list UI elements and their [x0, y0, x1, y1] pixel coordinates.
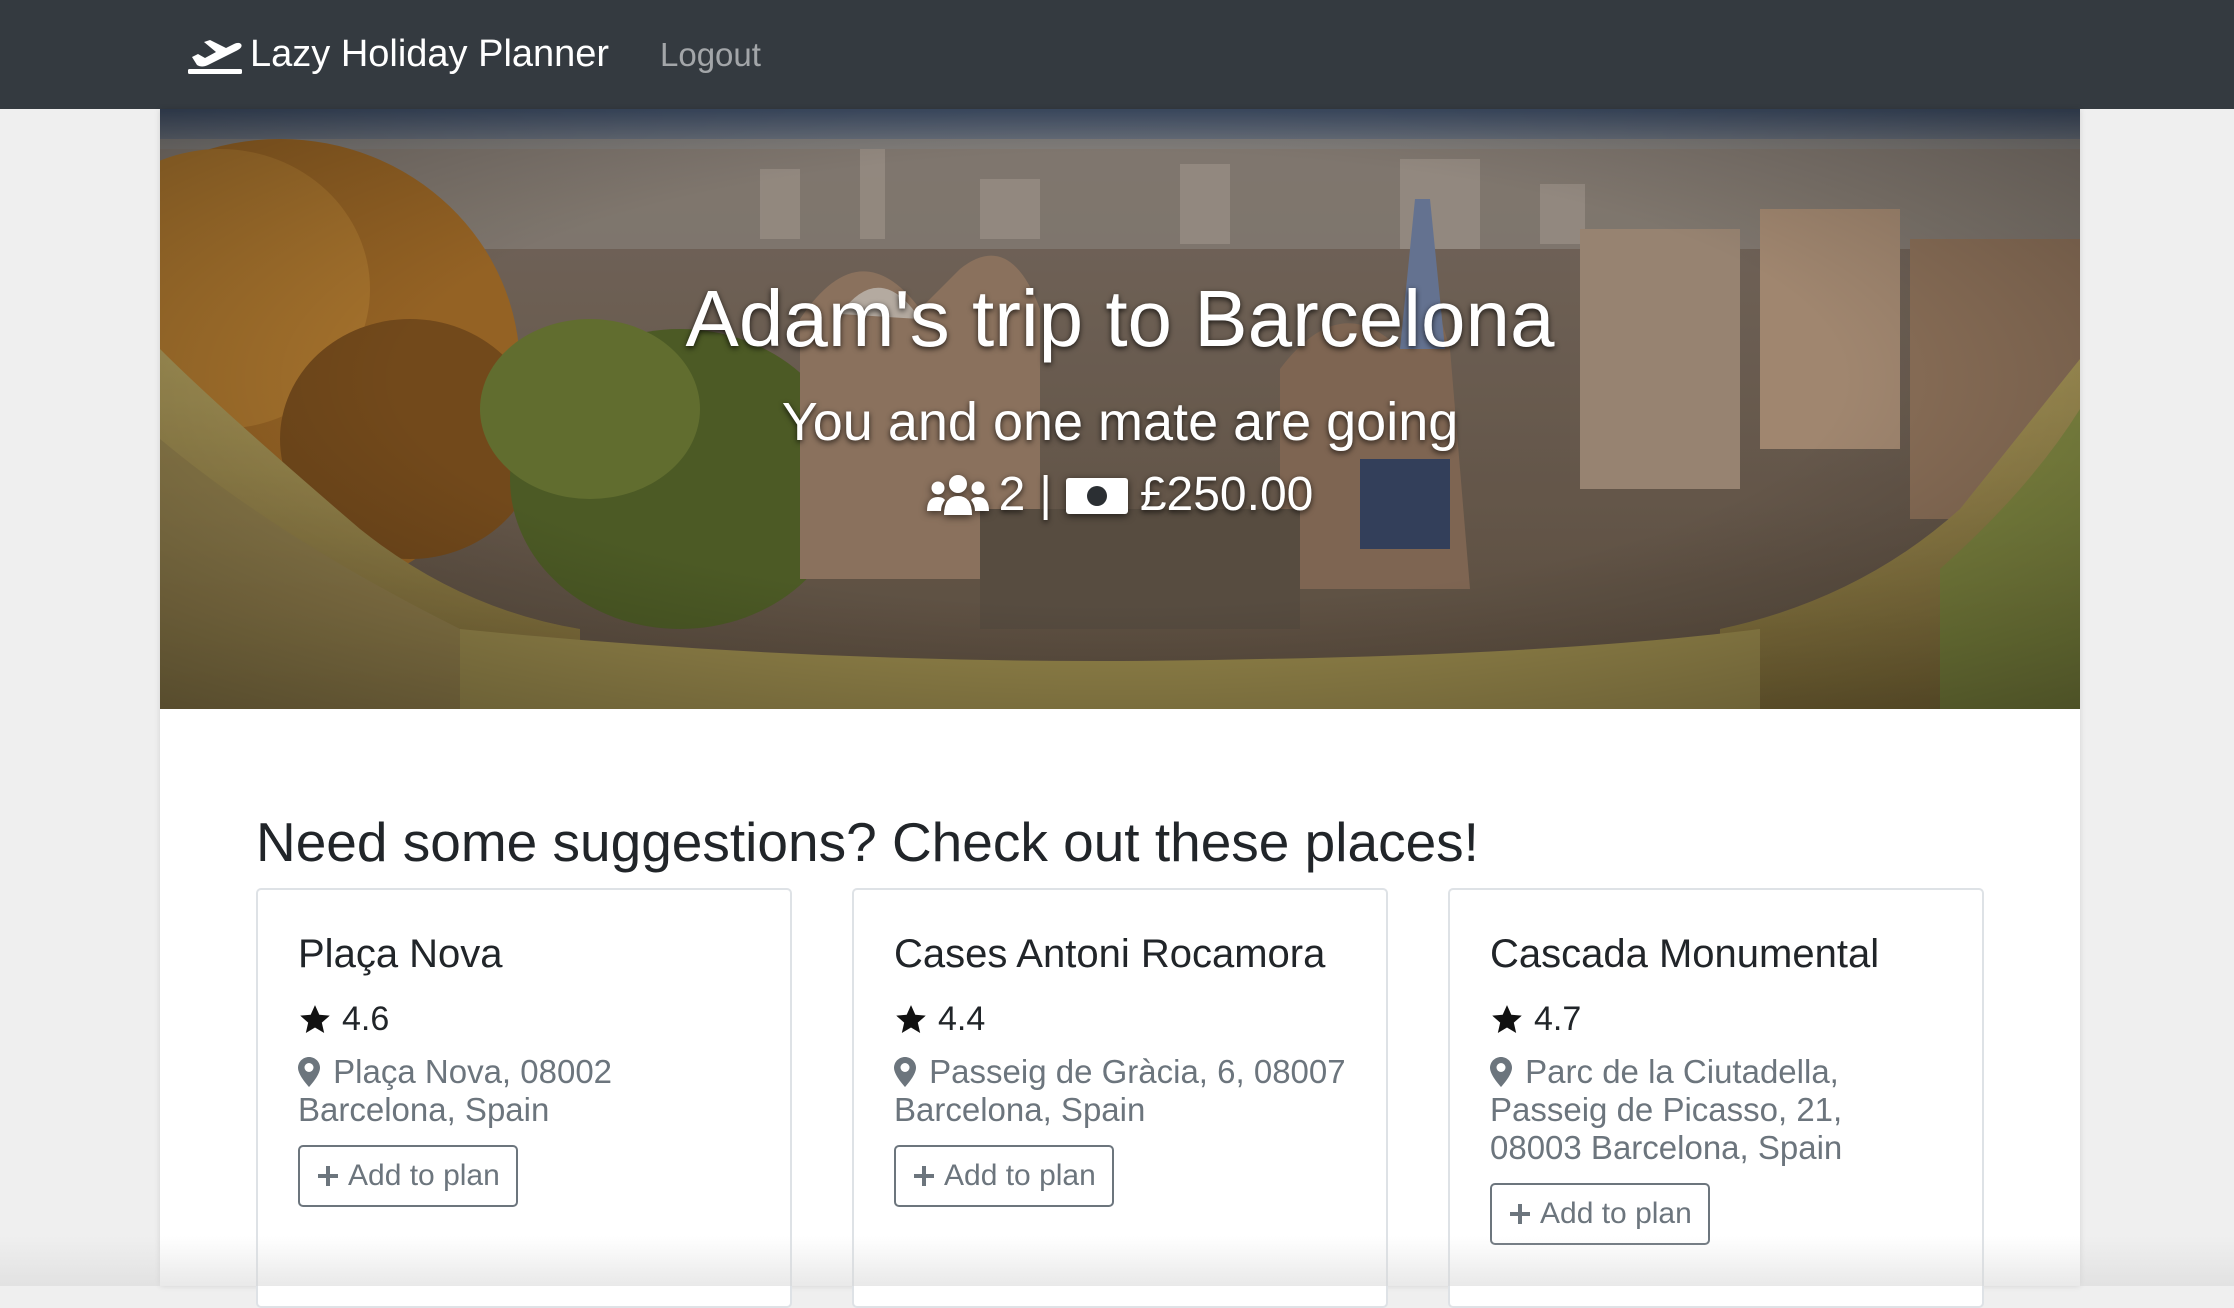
stats-separator: |: [1039, 468, 1052, 521]
rating-value: 4.6: [342, 1000, 390, 1038]
logout-link[interactable]: Logout: [660, 0, 761, 109]
plane-departure-icon: [188, 35, 242, 75]
place-card: Cascada Monumental 4.7 Parc de la Ciutad…: [1448, 888, 1984, 1308]
place-name: Cases Antoni Rocamora: [894, 932, 1326, 976]
place-rating: 4.6: [298, 1000, 750, 1039]
add-to-plan-button[interactable]: Add to plan: [894, 1145, 1114, 1207]
budget-amount: £250.00: [1139, 468, 1314, 521]
trip-title: Adam's trip to Barcelona: [685, 274, 1555, 363]
map-marker-icon: [1490, 1057, 1512, 1087]
place-address: Plaça Nova, 08002 Barcelona, Spain: [298, 1053, 750, 1129]
add-to-plan-button[interactable]: Add to plan: [1490, 1183, 1710, 1245]
star-icon: [300, 1004, 330, 1033]
place-address: Parc de la Ciutadella, Passeig de Picass…: [1490, 1053, 1942, 1167]
suggestion-cards: Plaça Nova 4.6 Plaça Nova, 08002 Barcelo…: [256, 888, 1984, 1308]
add-to-plan-label: Add to plan: [1540, 1197, 1692, 1230]
map-marker-icon: [894, 1057, 916, 1087]
users-icon: [926, 473, 989, 517]
star-icon: [896, 1004, 926, 1033]
add-to-plan-label: Add to plan: [348, 1159, 500, 1192]
rating-value: 4.4: [938, 1000, 986, 1038]
address-text: Plaça Nova, 08002 Barcelona, Spain: [298, 1053, 613, 1128]
place-name: Plaça Nova: [298, 932, 503, 976]
rating-value: 4.7: [1534, 1000, 1582, 1038]
place-address: Passeig de Gràcia, 6, 08007 Barcelona, S…: [894, 1053, 1346, 1129]
add-to-plan-button[interactable]: Add to plan: [298, 1145, 518, 1207]
place-card: Plaça Nova 4.6 Plaça Nova, 08002 Barcelo…: [256, 888, 792, 1308]
place-card: Cases Antoni Rocamora 4.4 Passeig de Grà…: [852, 888, 1388, 1308]
brand-name: Lazy Holiday Planner: [250, 33, 610, 75]
add-to-plan-label: Add to plan: [944, 1159, 1096, 1192]
place-rating: 4.7: [1490, 1000, 1942, 1039]
map-marker-icon: [298, 1057, 320, 1087]
star-icon: [1492, 1004, 1522, 1033]
place-name: Cascada Monumental: [1490, 932, 1880, 976]
plus-icon: [318, 1166, 338, 1186]
hero-banner: Adam's trip to Barcelona You and one mat…: [160, 109, 2080, 709]
trip-subtitle: You and one mate are going: [781, 392, 1459, 452]
plus-icon: [1510, 1204, 1530, 1224]
trip-stats: 2 | £250.00: [160, 471, 2080, 519]
main-container: Adam's trip to Barcelona You and one mat…: [160, 109, 2080, 1308]
address-text: Parc de la Ciutadella, Passeig de Picass…: [1490, 1053, 1843, 1166]
plus-icon: [914, 1166, 934, 1186]
place-rating: 4.4: [894, 1000, 1346, 1039]
people-count: 2: [998, 468, 1026, 521]
suggestions-heading: Need some suggestions? Check out these p…: [256, 811, 1479, 873]
navbar: Lazy Holiday Planner Logout: [0, 0, 2234, 109]
hero-content: Adam's trip to Barcelona You and one mat…: [160, 109, 2080, 709]
money-bill-icon: [1065, 474, 1128, 516]
brand-link[interactable]: Lazy Holiday Planner: [188, 0, 609, 109]
address-text: Passeig de Gràcia, 6, 08007 Barcelona, S…: [894, 1053, 1346, 1128]
